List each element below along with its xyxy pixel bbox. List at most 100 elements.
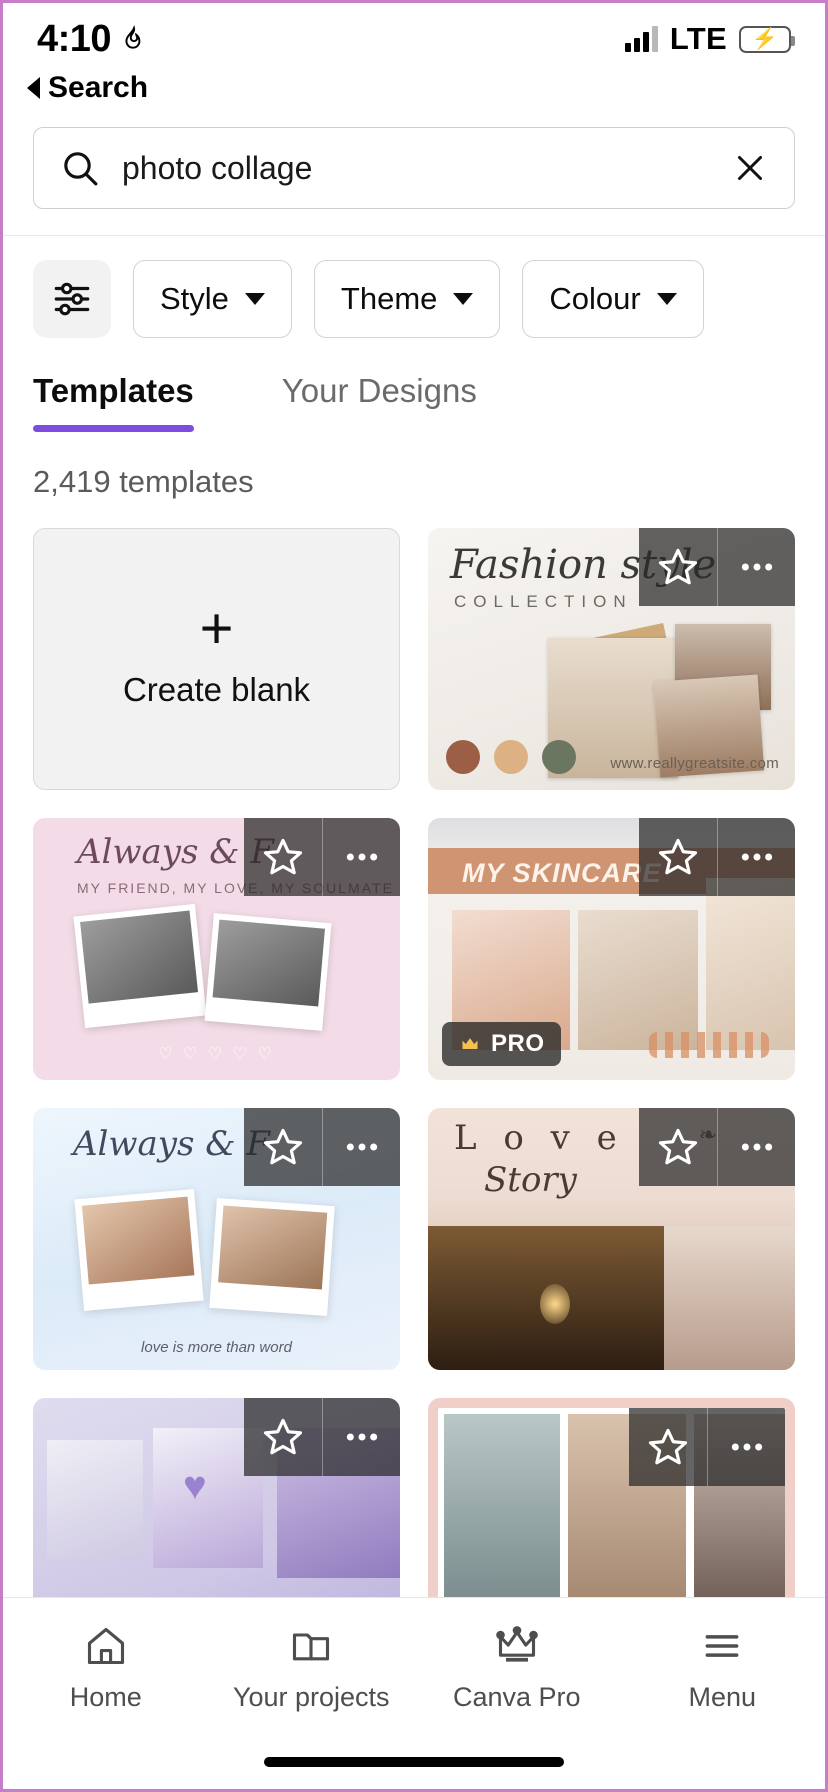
- status-bar: 4:10 LTE ⚡: [3, 3, 825, 75]
- hamburger-menu-icon: [700, 1624, 744, 1668]
- pro-badge-label: PRO: [491, 1030, 545, 1057]
- nav-item-your-projects[interactable]: Your projects: [209, 1624, 415, 1713]
- template-photo: [209, 1198, 335, 1316]
- folder-icon: [289, 1624, 333, 1668]
- pro-badge: PRO: [442, 1022, 561, 1066]
- more-options-button[interactable]: [717, 528, 795, 606]
- template-subtitle: COLLECTION: [454, 592, 633, 611]
- status-time: 4:10: [37, 17, 112, 60]
- template-photo: [47, 1440, 143, 1560]
- search-icon: [60, 148, 100, 188]
- card-actions: [244, 818, 400, 896]
- favorite-button[interactable]: [639, 528, 717, 606]
- card-actions: [639, 818, 795, 896]
- template-decoration: [649, 1032, 769, 1058]
- create-blank-card[interactable]: + Create blank: [33, 528, 400, 790]
- favorite-button[interactable]: [244, 818, 322, 896]
- nav-item-menu[interactable]: Menu: [620, 1624, 826, 1713]
- nav-label: Canva Pro: [452, 1682, 581, 1712]
- filter-bar: Style Theme Colour: [3, 236, 825, 338]
- nav-label: Menu: [688, 1682, 757, 1712]
- more-options-button[interactable]: [717, 818, 795, 896]
- crown-icon: [462, 1038, 478, 1049]
- template-photo: [74, 1188, 204, 1312]
- template-card-always-and-forever-blue[interactable]: Always & F love is more than word: [33, 1108, 400, 1370]
- card-actions: [244, 1398, 400, 1476]
- tab-label: Your Designs: [281, 372, 477, 409]
- filter-settings-button[interactable]: [33, 260, 111, 338]
- template-card-always-and-forever-pink[interactable]: Always & F MY FRIEND, MY LOVE, MY SOULMA…: [33, 818, 400, 1080]
- template-photo: [204, 913, 332, 1031]
- template-card-love-story[interactable]: L o v e ❧ Story: [428, 1108, 795, 1370]
- heart-icon: ♥: [183, 1464, 207, 1508]
- chevron-down-icon: [244, 293, 265, 305]
- nav-label: Your projects: [232, 1682, 390, 1712]
- template-decoration: [540, 1284, 570, 1324]
- template-hearts: ♡ ♡ ♡ ♡ ♡: [158, 1046, 275, 1063]
- more-options-button[interactable]: [717, 1108, 795, 1186]
- card-actions: [639, 528, 795, 606]
- template-photo: [73, 903, 207, 1029]
- more-options-button[interactable]: [322, 1108, 400, 1186]
- nav-item-home[interactable]: Home: [3, 1624, 209, 1713]
- bottom-navigation: Home Your projects Canva Pro Menu: [3, 1597, 825, 1789]
- filter-chip-label: Colour: [549, 281, 641, 316]
- filter-chip-label: Style: [160, 281, 229, 316]
- crown-icon: [494, 1624, 540, 1668]
- back-label: Search: [48, 71, 149, 104]
- template-caption: love is more than word: [141, 1339, 292, 1356]
- create-blank-label: Create blank: [122, 671, 311, 709]
- chevron-down-icon: [453, 293, 474, 305]
- home-icon: [84, 1624, 128, 1668]
- status-bar-right: LTE ⚡: [624, 21, 795, 57]
- nav-label: Home: [69, 1682, 142, 1712]
- template-photo: [578, 910, 698, 1050]
- tab-label: Templates: [33, 372, 194, 409]
- battery-charging-icon: ⚡: [739, 25, 795, 53]
- favorite-button[interactable]: [639, 1108, 717, 1186]
- nav-item-canva-pro[interactable]: Canva Pro: [414, 1624, 620, 1713]
- tab-bar: Templates Your Designs: [3, 338, 825, 432]
- tab-templates[interactable]: Templates: [33, 372, 194, 432]
- template-color-swatches: [446, 740, 576, 774]
- back-to-search-button[interactable]: Search: [27, 71, 148, 105]
- favorite-button[interactable]: [629, 1408, 707, 1486]
- sliders-icon: [51, 278, 93, 320]
- back-triangle-icon: [27, 77, 40, 99]
- filter-chip-style[interactable]: Style: [133, 260, 292, 338]
- more-options-button[interactable]: [322, 1398, 400, 1476]
- filter-chip-theme[interactable]: Theme: [313, 260, 501, 338]
- template-website: www.reallygreatsite.com: [610, 755, 779, 772]
- more-options-button[interactable]: [322, 818, 400, 896]
- template-photo: [664, 1226, 795, 1370]
- home-indicator: [264, 1757, 564, 1767]
- search-input[interactable]: photo collage: [122, 150, 710, 187]
- flame-icon: [121, 24, 147, 54]
- template-grid: + Create blank Fashion style COLLECTION …: [3, 500, 825, 1660]
- favorite-button[interactable]: [244, 1398, 322, 1476]
- more-options-button[interactable]: [707, 1408, 785, 1486]
- plus-icon: +: [199, 595, 234, 661]
- template-title: Always & F: [73, 1124, 270, 1164]
- results-count: 2,419 templates: [33, 464, 254, 499]
- template-card-my-skincare[interactable]: MY SKINCARE PRO: [428, 818, 795, 1080]
- tab-active-indicator: [33, 425, 194, 432]
- card-actions: [629, 1408, 785, 1486]
- favorite-button[interactable]: [244, 1108, 322, 1186]
- signal-bars-icon: [624, 26, 658, 52]
- template-card-fashion-style-collection[interactable]: Fashion style COLLECTION www.reallygreat…: [428, 528, 795, 790]
- status-bar-left: 4:10: [37, 18, 147, 61]
- search-bar[interactable]: photo collage: [33, 127, 795, 209]
- template-photo: [706, 878, 795, 1050]
- card-actions: [639, 1108, 795, 1186]
- filter-chip-colour[interactable]: Colour: [522, 260, 704, 338]
- tab-your-designs[interactable]: Your Designs: [282, 372, 477, 432]
- search-section: photo collage: [3, 105, 825, 235]
- template-subtitle: Story: [484, 1160, 577, 1200]
- back-row: Search: [3, 71, 825, 105]
- template-title: L o v e: [454, 1118, 625, 1158]
- card-actions: [244, 1108, 400, 1186]
- network-type: LTE: [669, 21, 727, 56]
- close-icon[interactable]: [732, 150, 768, 186]
- favorite-button[interactable]: [639, 818, 717, 896]
